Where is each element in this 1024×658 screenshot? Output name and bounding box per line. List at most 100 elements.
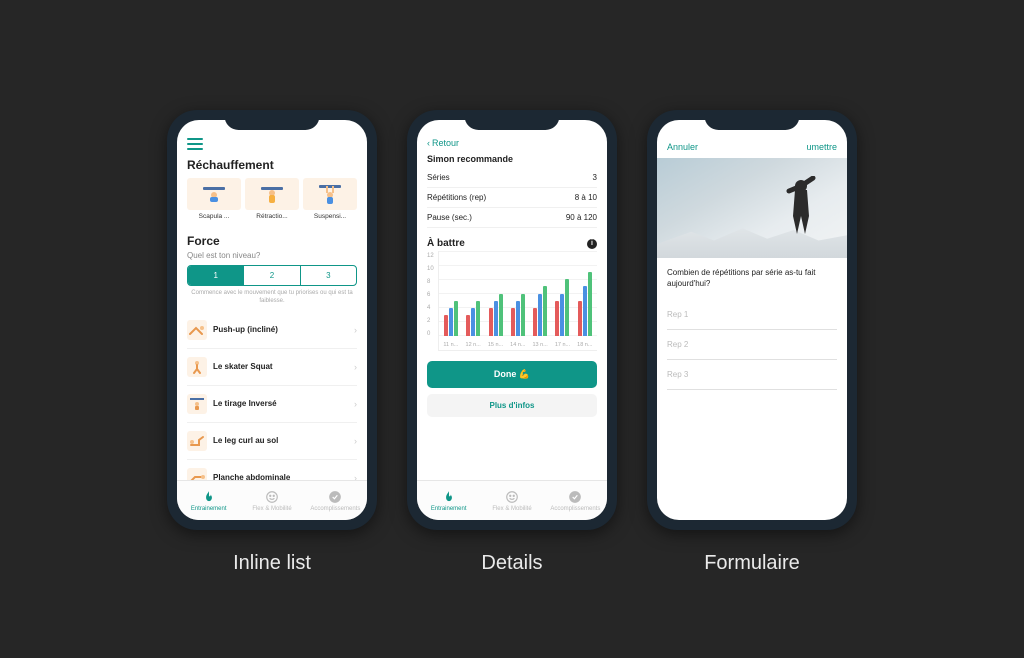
recommend-title: Simon recommande bbox=[427, 154, 597, 164]
tab-label: Accomplissements bbox=[310, 506, 360, 512]
tab-accomplissements[interactable]: Accomplissements bbox=[544, 481, 607, 520]
rep-3-field[interactable]: Rep 3 bbox=[667, 360, 837, 390]
segment-1[interactable]: 1 bbox=[188, 266, 243, 285]
smile-icon bbox=[505, 490, 519, 504]
phone-form: Annuler umettre Combien de répétitions p… bbox=[647, 110, 857, 530]
list-item[interactable]: Planche abdominale › bbox=[187, 460, 357, 480]
list-item[interactable]: Push-up (incliné) › bbox=[187, 312, 357, 349]
warmup-thumb bbox=[303, 178, 357, 210]
person-silhouette-icon bbox=[779, 176, 819, 236]
phones-row: Réchauffement Scapula ... Rétractio... bbox=[167, 110, 857, 530]
rec-label: Pause (sec.) bbox=[427, 213, 472, 222]
tab-bar: Entrainement Flex & Mobilité Accomplisse… bbox=[417, 480, 607, 520]
rec-value: 90 à 120 bbox=[566, 213, 597, 222]
rec-row: Répétitions (rep) 8 à 10 bbox=[427, 188, 597, 208]
done-button[interactable]: Done 💪 bbox=[427, 361, 597, 388]
rec-row: Pause (sec.) 90 à 120 bbox=[427, 208, 597, 228]
tab-label: Entrainement bbox=[191, 506, 227, 512]
rec-value: 3 bbox=[593, 173, 597, 182]
hint-text: Commence avec le mouvement que tu priori… bbox=[187, 290, 357, 306]
screen-form: Annuler umettre Combien de répétitions p… bbox=[657, 120, 847, 520]
rec-label: Répétitions (rep) bbox=[427, 193, 486, 202]
hero-image bbox=[657, 158, 847, 258]
warmup-item[interactable]: Rétractio... bbox=[245, 178, 299, 220]
list-item[interactable]: Le skater Squat › bbox=[187, 349, 357, 386]
tab-entrainement[interactable]: Entrainement bbox=[177, 481, 240, 520]
warmup-label: Scapula ... bbox=[199, 213, 230, 220]
exercise-thumb-icon bbox=[187, 357, 207, 377]
captions-row: Inline list Details Formulaire bbox=[167, 552, 857, 575]
warmup-thumb bbox=[245, 178, 299, 210]
chevron-right-icon: › bbox=[354, 473, 357, 480]
exercise-list: Push-up (incliné) › Le skater Squat › Le… bbox=[187, 312, 357, 480]
warmup-row: Scapula ... Rétractio... Suspensi... bbox=[187, 178, 357, 220]
phone-details: ‹ Retour Simon recommande Séries 3 Répét… bbox=[407, 110, 617, 530]
rep-1-field[interactable]: Rep 1 bbox=[667, 300, 837, 330]
chevron-right-icon: › bbox=[354, 436, 357, 446]
screen-inline-list: Réchauffement Scapula ... Rétractio... bbox=[177, 120, 367, 520]
chevron-right-icon: › bbox=[354, 362, 357, 372]
phone-notch bbox=[465, 110, 560, 130]
tab-entrainement[interactable]: Entrainement bbox=[417, 481, 480, 520]
tab-label: Entrainement bbox=[431, 506, 467, 512]
exercise-thumb-icon bbox=[187, 468, 207, 480]
abattre-header: À battre i bbox=[427, 238, 597, 249]
warmup-item[interactable]: Scapula ... bbox=[187, 178, 241, 220]
screen-details: ‹ Retour Simon recommande Séries 3 Répét… bbox=[417, 120, 607, 520]
rec-value: 8 à 10 bbox=[575, 193, 597, 202]
list-item[interactable]: Le leg curl au sol › bbox=[187, 423, 357, 460]
warmup-label: Suspensi... bbox=[314, 213, 346, 220]
rec-row: Séries 3 bbox=[427, 168, 597, 188]
tab-flex[interactable]: Flex & Mobilité bbox=[480, 481, 543, 520]
chart-area: 11 n...12 n...15 n...14 n...13 n...17 n.… bbox=[438, 251, 597, 351]
abattre-title: À battre bbox=[427, 238, 465, 249]
level-segment-control[interactable]: 1 2 3 bbox=[187, 265, 357, 286]
warmup-item[interactable]: Suspensi... bbox=[303, 178, 357, 220]
list-item[interactable]: Le tirage Inversé › bbox=[187, 386, 357, 423]
caption: Details bbox=[407, 552, 617, 575]
smile-icon bbox=[265, 490, 279, 504]
chart: 121086420 11 n...12 n...15 n...14 n...13… bbox=[427, 251, 597, 351]
caption: Inline list bbox=[167, 552, 377, 575]
chevron-left-icon: ‹ bbox=[427, 138, 430, 148]
level-question: Quel est ton niveau? bbox=[187, 251, 357, 260]
submit-button[interactable]: umettre bbox=[806, 142, 837, 152]
check-circle-icon bbox=[328, 490, 342, 504]
rec-label: Séries bbox=[427, 173, 450, 182]
segment-3[interactable]: 3 bbox=[300, 266, 356, 285]
back-label: Retour bbox=[432, 138, 459, 148]
exercise-name: Push-up (incliné) bbox=[213, 325, 348, 334]
exercise-name: Le skater Squat bbox=[213, 362, 348, 371]
exercise-name: Le leg curl au sol bbox=[213, 436, 348, 445]
check-circle-icon bbox=[568, 490, 582, 504]
menu-button[interactable] bbox=[187, 138, 203, 150]
caption: Formulaire bbox=[647, 552, 857, 575]
form-top-bar: Annuler umettre bbox=[667, 138, 837, 152]
warmup-label: Rétractio... bbox=[256, 213, 287, 220]
rep-2-field[interactable]: Rep 2 bbox=[667, 330, 837, 360]
tab-accomplissements[interactable]: Accomplissements bbox=[304, 481, 367, 520]
form-question: Combien de répétitions par série as-tu f… bbox=[667, 268, 837, 290]
phone-inline-list: Réchauffement Scapula ... Rétractio... bbox=[167, 110, 377, 530]
chevron-right-icon: › bbox=[354, 399, 357, 409]
exercise-name: Le tirage Inversé bbox=[213, 399, 348, 408]
phone-notch bbox=[225, 110, 320, 130]
flame-icon bbox=[442, 490, 456, 504]
tab-label: Accomplissements bbox=[550, 506, 600, 512]
cancel-button[interactable]: Annuler bbox=[667, 142, 698, 152]
exercise-thumb-icon bbox=[187, 320, 207, 340]
info-icon[interactable]: i bbox=[587, 239, 597, 249]
chart-y-axis: 121086420 bbox=[427, 251, 434, 351]
tab-label: Flex & Mobilité bbox=[252, 506, 291, 512]
more-info-button[interactable]: Plus d'infos bbox=[427, 394, 597, 417]
force-title: Force bbox=[187, 234, 357, 248]
tab-flex[interactable]: Flex & Mobilité bbox=[240, 481, 303, 520]
segment-2[interactable]: 2 bbox=[243, 266, 299, 285]
exercise-thumb-icon bbox=[187, 394, 207, 414]
exercise-thumb-icon bbox=[187, 431, 207, 451]
back-button[interactable]: ‹ Retour bbox=[427, 138, 597, 148]
flame-icon bbox=[202, 490, 216, 504]
warmup-title: Réchauffement bbox=[187, 158, 357, 172]
exercise-name: Planche abdominale bbox=[213, 473, 348, 480]
tab-bar: Entrainement Flex & Mobilité Accomplisse… bbox=[177, 480, 367, 520]
